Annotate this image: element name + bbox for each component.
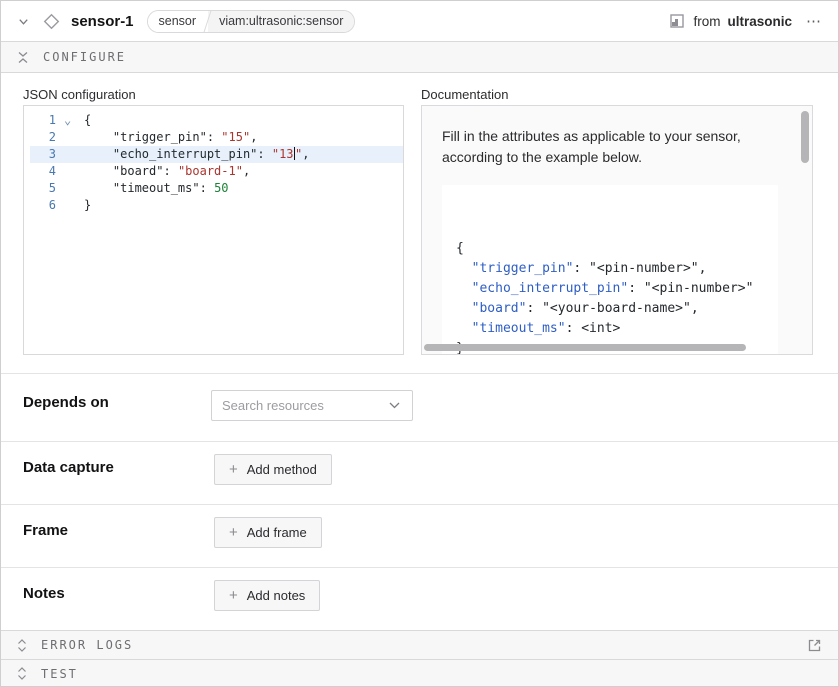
from-module-name[interactable]: ultrasonic (727, 14, 792, 29)
add-method-button[interactable]: + Add method (214, 454, 332, 485)
component-type-badge: sensor viam:ultrasonic:sensor (147, 10, 356, 33)
add-notes-button[interactable]: + Add notes (214, 580, 320, 611)
plus-icon: + (229, 462, 238, 477)
documentation-code-example: { "trigger_pin": "<pin-number>", "echo_i… (442, 185, 778, 355)
chevron-down-icon (387, 400, 402, 411)
data-capture-label: Data capture (23, 459, 211, 476)
component-header: sensor-1 sensor viam:ultrasonic:sensor f… (1, 1, 838, 41)
expand-vertical-icon[interactable] (15, 637, 29, 654)
depends-on-placeholder: Search resources (222, 398, 387, 413)
plus-icon: + (229, 588, 238, 603)
from-module-wrap: from ultrasonic (668, 12, 792, 30)
data-capture-row: Data capture + Add method (1, 441, 838, 504)
sensor-diamond-icon (41, 11, 62, 32)
documentation-panel: Fill in the attributes as applicable to … (421, 105, 813, 355)
test-section-bar[interactable]: TEST (1, 659, 838, 687)
plus-icon: + (229, 525, 238, 540)
component-name: sensor-1 (71, 13, 134, 30)
add-frame-button[interactable]: + Add frame (214, 517, 322, 548)
overflow-menu-button[interactable]: ⋯ (804, 12, 824, 30)
frame-label: Frame (23, 522, 211, 539)
configure-body: JSON configuration Documentation 1⌄{2 "t… (1, 73, 838, 373)
doc-vertical-scrollbar[interactable] (801, 111, 809, 163)
notes-label: Notes (23, 585, 211, 602)
badge-model: viam:ultrasonic:sensor (208, 11, 354, 32)
json-config-editor[interactable]: 1⌄{2 "trigger_pin": "15",3 "echo_interru… (23, 105, 404, 355)
configure-section-bar[interactable]: CONFIGURE (1, 41, 838, 73)
documentation-paragraph: Fill in the attributes as applicable to … (442, 126, 778, 168)
notes-row: Notes + Add notes (1, 567, 838, 630)
collapse-chevron-icon[interactable] (15, 13, 32, 30)
depends-on-select[interactable]: Search resources (211, 390, 413, 421)
from-prefix: from (693, 14, 720, 29)
json-configuration-label: JSON configuration (23, 87, 136, 102)
collapse-vertical-icon[interactable] (15, 49, 31, 66)
component-card: sensor-1 sensor viam:ultrasonic:sensor f… (0, 0, 839, 687)
error-logs-section-bar[interactable]: ERROR LOGS (1, 630, 838, 659)
open-in-new-window-icon[interactable] (806, 636, 824, 654)
frame-row: Frame + Add frame (1, 504, 838, 567)
configure-section-label: CONFIGURE (43, 50, 126, 64)
badge-type: sensor (148, 11, 208, 32)
depends-on-label: Depends on (23, 394, 211, 411)
module-icon (668, 12, 686, 30)
expand-vertical-icon[interactable] (15, 665, 29, 682)
documentation-label: Documentation (421, 87, 508, 102)
test-section-label: TEST (41, 667, 78, 681)
error-logs-section-label: ERROR LOGS (41, 638, 133, 652)
doc-horizontal-scrollbar[interactable] (424, 344, 746, 351)
depends-on-row: Depends on Search resources (1, 373, 838, 441)
